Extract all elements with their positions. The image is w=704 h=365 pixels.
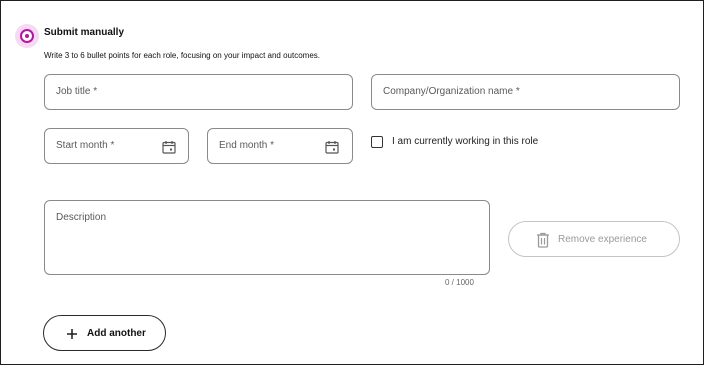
add-another-label: Add another [87,328,146,339]
start-month-input[interactable]: Start month * [44,128,189,164]
radio-circle [20,29,34,43]
description-char-counter: 0 / 1000 [445,278,474,287]
radio-selected-dot [25,34,29,38]
submit-manually-radio[interactable] [15,24,39,48]
end-month-input[interactable]: End month * [207,128,353,164]
remove-experience-button[interactable]: Remove experience [508,221,680,257]
current-role-checkbox[interactable] [371,136,383,148]
company-placeholder: Company/Organization name * [383,86,520,97]
section-instructions: Write 3 to 6 bullet points for each role… [44,51,320,60]
end-month-placeholder: End month * [219,140,275,151]
job-title-input[interactable]: Job title * [44,74,353,110]
remove-experience-label: Remove experience [558,234,647,245]
trash-icon [537,232,549,248]
add-another-button[interactable]: Add another [43,315,166,351]
section-heading: Submit manually [44,27,125,38]
experience-form-panel: Submit manually Write 3 to 6 bullet poin… [0,0,704,365]
start-month-placeholder: Start month * [56,140,115,151]
calendar-icon[interactable] [162,140,176,154]
description-placeholder: Description [56,212,107,223]
current-role-label[interactable]: I am currently working in this role [392,136,538,147]
plus-icon [67,329,77,339]
company-input[interactable]: Company/Organization name * [371,74,680,110]
job-title-placeholder: Job title * [56,86,98,97]
description-textarea[interactable]: Description [44,200,490,275]
calendar-icon[interactable] [325,140,339,154]
